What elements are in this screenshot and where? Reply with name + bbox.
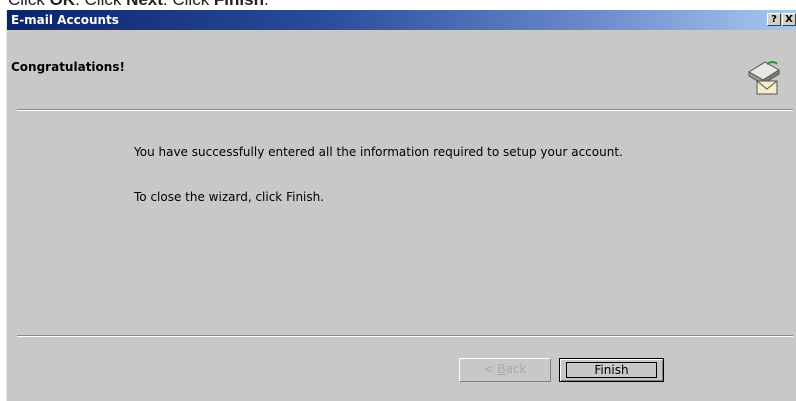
back-button[interactable]: < Back <box>459 358 551 382</box>
caption-ok: OK <box>50 0 76 9</box>
footer-divider <box>17 335 793 337</box>
instruction-caption: Click OK. Click Next. Click Finish. <box>8 0 269 9</box>
caption-text: Click <box>8 0 50 9</box>
close-button[interactable]: X <box>782 13 796 26</box>
back-prefix: < <box>483 362 498 376</box>
finish-button[interactable]: Finish <box>559 358 664 382</box>
title-bar[interactable]: E-mail Accounts ? X <box>7 10 796 30</box>
back-accelerator: B <box>497 362 506 376</box>
envelope-card-icon <box>748 61 780 95</box>
caption-next: Next <box>126 0 163 9</box>
caption-text: . Click <box>75 0 126 9</box>
caption-text: . <box>264 0 269 9</box>
success-message: You have successfully entered all the in… <box>134 145 623 159</box>
close-instruction: To close the wizard, click Finish. <box>134 190 325 204</box>
back-rest: ack <box>505 362 527 376</box>
caption-finish: Finish <box>214 0 264 9</box>
header-divider <box>17 109 793 111</box>
caption-text: . Click <box>163 0 214 9</box>
window-title: E-mail Accounts <box>11 13 119 27</box>
finish-label: Finish <box>566 362 657 378</box>
help-button[interactable]: ? <box>767 13 781 26</box>
email-accounts-dialog: E-mail Accounts ? X Congratulations! You… <box>6 10 796 401</box>
page-heading: Congratulations! <box>11 60 125 74</box>
